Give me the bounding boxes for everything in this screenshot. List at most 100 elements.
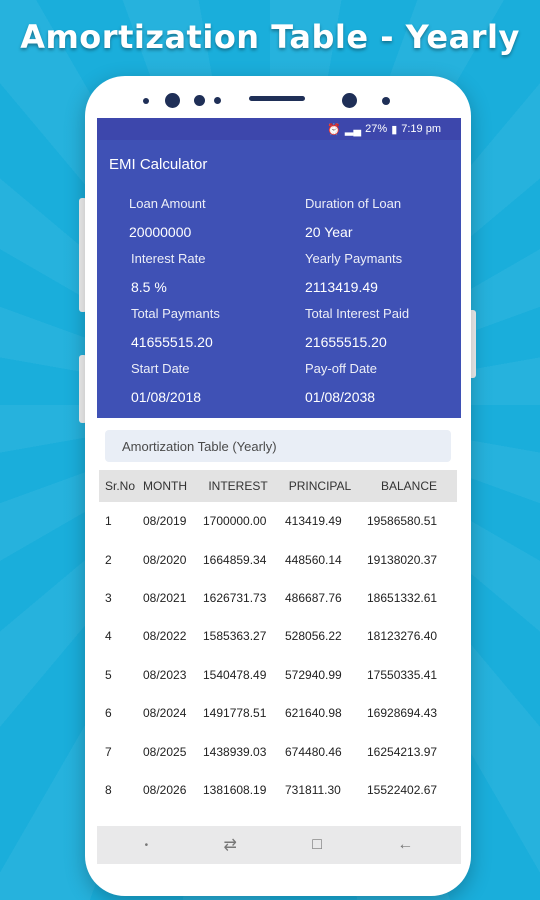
cell-srno: 7 — [105, 744, 112, 759]
column-header-principal: PRINCIPAL — [288, 479, 352, 493]
cell-interest: 1381608.19 — [203, 782, 267, 797]
cell-principal: 731811.30 — [285, 782, 341, 797]
interest-rate-value: 8.5 % — [131, 279, 167, 295]
column-header-month: MONTH — [143, 479, 187, 493]
cell-month: 08/2021 — [143, 590, 187, 605]
cell-balance: 18123276.40 — [367, 629, 438, 644]
cell-month: 08/2019 — [143, 514, 187, 529]
table-row: 4 08/2022 1585363.27 528056.22 18123276.… — [99, 617, 457, 655]
back-icon[interactable]: ← — [397, 836, 413, 854]
cell-interest: 1585363.27 — [203, 629, 267, 644]
table-row: 7 08/2025 1438939.03 674480.46 16254213.… — [99, 732, 457, 770]
home-icon[interactable]: □ — [312, 836, 322, 854]
total-interest-field: Total Interest Paid 21655515.20 — [305, 306, 461, 350]
iris-camera-icon — [342, 93, 357, 108]
cell-srno: 5 — [105, 667, 112, 682]
cell-interest: 1700000.00 — [203, 514, 267, 529]
cell-balance: 17550335.41 — [367, 667, 438, 682]
cell-principal: 486687.76 — [285, 590, 342, 605]
battery-icon: ▮ — [391, 123, 398, 136]
cell-srno: 8 — [105, 782, 112, 797]
promo-headline: Amortization Table - Yearly — [20, 18, 520, 56]
app-bar: EMI Calculator — [97, 140, 461, 188]
duration-label: Duration of Loan — [305, 196, 402, 211]
cell-srno: 4 — [105, 629, 112, 644]
signal-icon: ▂▄ — [344, 123, 362, 136]
cell-principal: 448560.14 — [285, 552, 342, 567]
dot-icon[interactable]: • — [145, 840, 149, 851]
start-date-field: Start Date 01/08/2018 — [131, 361, 301, 405]
cell-balance: 15522402.67 — [367, 782, 438, 797]
table-row: 6 08/2024 1491778.51 621640.98 16928694.… — [99, 694, 457, 732]
cell-interest: 1540478.49 — [203, 667, 267, 682]
total-payments-label: Total Paymants — [131, 306, 220, 321]
loan-summary-panel: Loan Amount 20000000 Duration of Loan 20… — [97, 188, 461, 418]
cell-month: 08/2020 — [143, 552, 187, 567]
cell-balance: 19586580.51 — [367, 514, 438, 529]
total-interest-value: 21655515.20 — [305, 334, 387, 350]
cell-month: 08/2026 — [143, 782, 187, 797]
interest-rate-field: Interest Rate 8.5 % — [131, 251, 301, 295]
system-nav-bar: • ⇄ □ ← — [97, 826, 461, 864]
start-date-value: 01/08/2018 — [131, 389, 202, 405]
loan-amount-label: Loan Amount — [129, 196, 206, 211]
payoff-date-label: Pay-off Date — [305, 361, 378, 376]
cell-balance: 16928694.43 — [367, 706, 438, 721]
payoff-date-value: 01/08/2038 — [305, 389, 376, 405]
cell-srno: 1 — [105, 514, 112, 529]
cell-principal: 674480.46 — [285, 744, 342, 759]
cell-balance: 19138020.37 — [367, 552, 438, 567]
alarm-icon: ⏰ — [327, 123, 341, 136]
cell-month: 08/2022 — [143, 629, 187, 644]
cell-principal: 572940.99 — [285, 667, 342, 682]
table-row: 3 08/2021 1626731.73 486687.76 18651332.… — [99, 579, 457, 617]
app-screen: ⏰ ▂▄ 27% ▮ 7:19 pm EMI Calculator Loan A… — [97, 118, 461, 864]
yearly-payments-field: Yearly Paymants 2113419.49 — [305, 251, 461, 295]
cell-principal: 413419.49 — [285, 514, 342, 529]
column-header-interest: INTEREST — [208, 479, 268, 493]
cell-interest: 1626731.73 — [203, 590, 267, 605]
loan-amount-value: 20000000 — [129, 224, 192, 240]
duration-value: 20 Year — [305, 224, 353, 240]
yearly-payments-label: Yearly Paymants — [305, 251, 403, 266]
sensor-dot-icon — [143, 98, 149, 104]
yearly-payments-value: 2113419.49 — [305, 279, 378, 295]
sensor-dot-icon — [214, 97, 221, 104]
column-header-balance: BALANCE — [380, 479, 438, 493]
cell-balance: 18651332.61 — [367, 590, 438, 605]
recents-icon[interactable]: ⇄ — [224, 835, 237, 855]
status-bar: ⏰ ▂▄ 27% ▮ 7:19 pm — [97, 118, 461, 140]
duration-field: Duration of Loan 20 Year — [305, 196, 461, 240]
battery-percentage: 27% — [365, 123, 388, 135]
earpiece-speaker — [249, 96, 305, 101]
table-row: 2 08/2020 1664859.34 448560.14 19138020.… — [99, 540, 457, 578]
column-header-srno: Sr.No — [105, 479, 136, 493]
sensor-dot-icon — [382, 97, 390, 105]
table-row: 8 08/2026 1381608.19 731811.30 15522402.… — [99, 771, 457, 809]
section-title: Amortization Table (Yearly) — [122, 438, 277, 454]
cell-srno: 6 — [105, 706, 112, 721]
cell-srno: 2 — [105, 552, 112, 567]
table-row: 5 08/2023 1540478.49 572940.99 17550335.… — [99, 656, 457, 694]
front-camera-icon — [165, 93, 180, 108]
amortization-section-header: Amortization Table (Yearly) — [105, 430, 451, 462]
cell-principal: 528056.22 — [285, 629, 342, 644]
total-payments-value: 41655515.20 — [131, 334, 213, 350]
table-header-row: Sr.No MONTH INTEREST PRINCIPAL BALANCE — [99, 470, 457, 502]
table-row: 1 08/2019 1700000.00 413419.49 19586580.… — [99, 502, 457, 540]
cell-srno: 3 — [105, 590, 112, 605]
cell-month: 08/2024 — [143, 706, 187, 721]
cell-balance: 16254213.97 — [367, 744, 438, 759]
payoff-date-field: Pay-off Date 01/08/2038 — [305, 361, 461, 405]
app-title: EMI Calculator — [109, 155, 208, 173]
cell-interest: 1438939.03 — [203, 744, 267, 759]
interest-rate-label: Interest Rate — [131, 251, 206, 266]
clock-time: 7:19 pm — [401, 123, 441, 135]
sensor-dot-icon — [194, 95, 205, 106]
amortization-table: Sr.No MONTH INTEREST PRINCIPAL BALANCE 1… — [99, 470, 457, 809]
cell-interest: 1664859.34 — [203, 552, 267, 567]
cell-month: 08/2023 — [143, 667, 187, 682]
loan-amount-field: Loan Amount 20000000 — [129, 196, 299, 240]
cell-interest: 1491778.51 — [203, 706, 267, 721]
cell-month: 08/2025 — [143, 744, 187, 759]
